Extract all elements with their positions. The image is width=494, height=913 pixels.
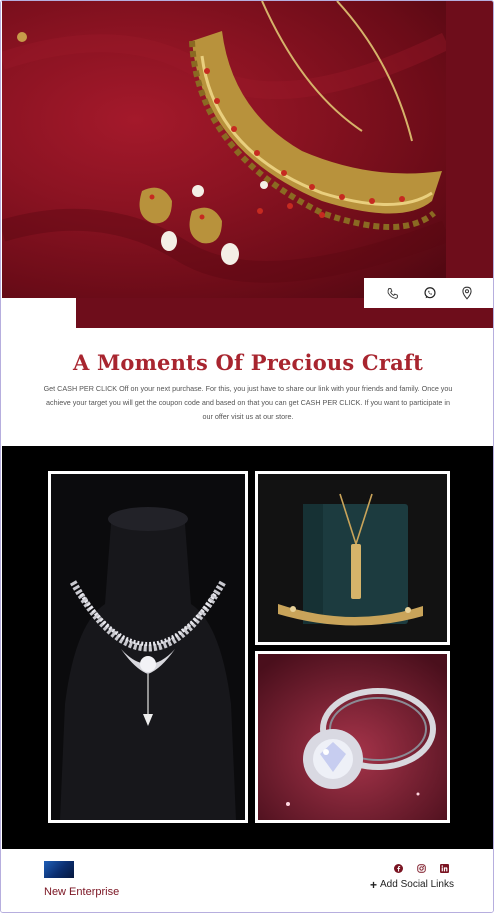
- instagram-icon[interactable]: [416, 863, 427, 874]
- whatsapp-icon[interactable]: [421, 284, 439, 302]
- footer: New Enterprise + Add Social Links: [1, 849, 493, 912]
- brand-name: New Enterprise: [44, 886, 120, 898]
- section-title: A Moments Of Precious Craft: [72, 350, 424, 375]
- page: A Moments Of Precious Craft Get CASH PER…: [0, 0, 494, 913]
- phone-icon[interactable]: [384, 284, 402, 302]
- gallery-section: [2, 446, 493, 849]
- social-icons: [393, 863, 450, 874]
- facebook-icon[interactable]: [393, 863, 404, 874]
- hero-section: [2, 1, 493, 328]
- contact-bar: [364, 278, 493, 308]
- hero-image: [2, 1, 446, 298]
- intro-section: A Moments Of Precious Craft Get CASH PER…: [1, 328, 493, 446]
- brand-logo[interactable]: [44, 861, 74, 878]
- linkedin-icon[interactable]: [439, 863, 450, 874]
- section-description: Get CASH PER CLICK Off on your next purc…: [43, 384, 453, 421]
- location-pin-icon[interactable]: [458, 284, 476, 302]
- gallery-image-gold-pendant[interactable]: [255, 471, 450, 645]
- gallery-image-diamond-ring[interactable]: [255, 651, 450, 823]
- plus-icon: +: [370, 877, 378, 892]
- add-social-links-label: Add Social Links: [380, 879, 454, 890]
- add-social-links-button[interactable]: + Add Social Links: [370, 877, 454, 892]
- hero-corner-block: [2, 298, 76, 328]
- gallery-image-diamond-necklace[interactable]: [48, 471, 248, 823]
